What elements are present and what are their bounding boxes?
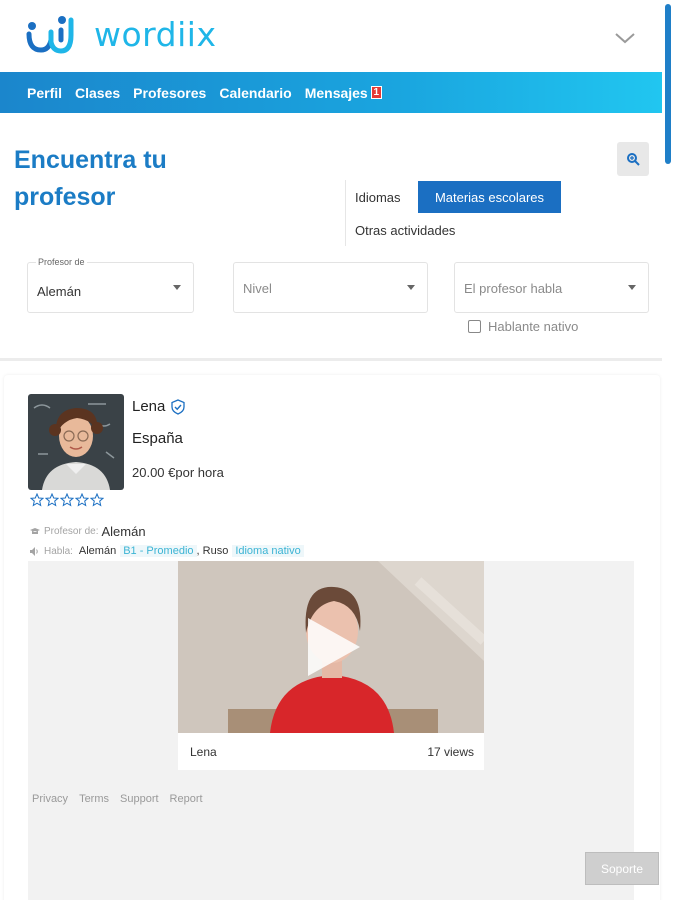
teacher-name-row: Lena	[132, 398, 186, 415]
teaches-row: Profesor de: Alemán	[30, 524, 146, 539]
chevron-down-icon[interactable]	[612, 28, 638, 48]
native-speaker-checkbox[interactable]	[468, 320, 481, 333]
teacher-name[interactable]: Lena	[132, 398, 165, 415]
nav-item-calendario[interactable]: Calendario	[219, 85, 291, 101]
tab-idiomas[interactable]: Idiomas	[355, 190, 401, 205]
language-name: Alemán	[78, 545, 117, 557]
header: wordiix	[0, 0, 662, 72]
video-footer-links: Privacy Terms Support Report	[32, 793, 214, 805]
language-level: B1 - Promedio	[120, 545, 197, 557]
main-nav: Perfil Clases Profesores Calendario Mens…	[0, 72, 662, 113]
star-outline-icon	[75, 493, 89, 507]
teacher-price: 20.00 €por hora	[132, 465, 224, 480]
teacher-of-legend: Profesor de	[36, 257, 87, 267]
video-title: Lena	[190, 744, 217, 759]
nav-item-clases[interactable]: Clases	[75, 85, 120, 101]
wordiix-logo-icon	[26, 16, 74, 54]
teaches-value: Alemán	[101, 524, 146, 539]
teacher-speaks-placeholder: El profesor habla	[464, 281, 563, 296]
language-level: Idioma nativo	[232, 545, 304, 557]
star-outline-icon	[45, 493, 59, 507]
caret-down-icon	[407, 285, 415, 290]
brand-name: wordiix	[94, 14, 217, 54]
teacher-avatar[interactable]	[28, 394, 124, 490]
verified-check-icon	[171, 398, 186, 415]
star-outline-icon	[60, 493, 74, 507]
rating-stars	[30, 493, 105, 507]
speaks-row: Habla: Alemán B1 - Promedio , Ruso Idiom…	[30, 545, 304, 557]
unread-badge: 1	[370, 86, 382, 99]
support-button[interactable]: Soporte	[585, 852, 659, 885]
tab-otras-actividades[interactable]: Otras actividades	[355, 223, 455, 238]
section-divider	[0, 358, 662, 361]
video-views: 17 views	[427, 744, 474, 759]
speaks-label: Habla:	[44, 545, 73, 557]
speaker-icon	[30, 546, 38, 556]
caret-down-icon	[173, 285, 181, 290]
star-outline-icon	[30, 493, 44, 507]
teacher-photo-icon	[28, 394, 124, 490]
nav-item-mensajes-label: Mensajes	[304, 84, 368, 101]
language-name: , Ruso	[196, 545, 229, 557]
report-link[interactable]: Report	[170, 793, 203, 805]
teaches-label: Profesor de:	[44, 526, 99, 537]
privacy-link[interactable]: Privacy	[32, 793, 68, 805]
nav-item-mensajes[interactable]: Mensajes 1	[305, 85, 382, 101]
nav-item-perfil[interactable]: Perfil	[27, 85, 62, 101]
page-title: Encuentra tu profesor	[14, 146, 167, 211]
teacher-of-select[interactable]: Profesor de Alemán	[27, 257, 194, 313]
caret-down-icon	[628, 285, 636, 290]
native-speaker-label: Hablante nativo	[488, 319, 579, 334]
teacher-of-value: Alemán	[37, 284, 82, 299]
teacher-speaks-select[interactable]: El profesor habla	[454, 262, 649, 313]
terms-link[interactable]: Terms	[79, 793, 109, 805]
nav-item-profesores[interactable]: Profesores	[133, 85, 206, 101]
native-speaker-option[interactable]: Hablante nativo	[468, 319, 578, 334]
level-placeholder: Nivel	[243, 281, 272, 296]
video-meta: Lena 17 views	[178, 733, 484, 770]
search-button[interactable]	[617, 142, 649, 176]
video-card: Lena 17 views	[178, 561, 484, 770]
level-select[interactable]: Nivel	[233, 262, 428, 313]
tab-materias-escolares[interactable]: Materias escolares	[418, 181, 561, 213]
search-icon	[627, 153, 640, 166]
teacher-country: España	[132, 430, 183, 447]
play-icon	[308, 618, 360, 676]
support-link[interactable]: Support	[120, 793, 159, 805]
star-outline-icon	[90, 493, 104, 507]
graduation-cap-icon	[30, 528, 40, 534]
video-player[interactable]	[178, 561, 484, 733]
brand-logo[interactable]: wordiix	[26, 14, 216, 54]
tabs-divider	[345, 180, 346, 246]
scrollbar[interactable]	[665, 4, 671, 164]
